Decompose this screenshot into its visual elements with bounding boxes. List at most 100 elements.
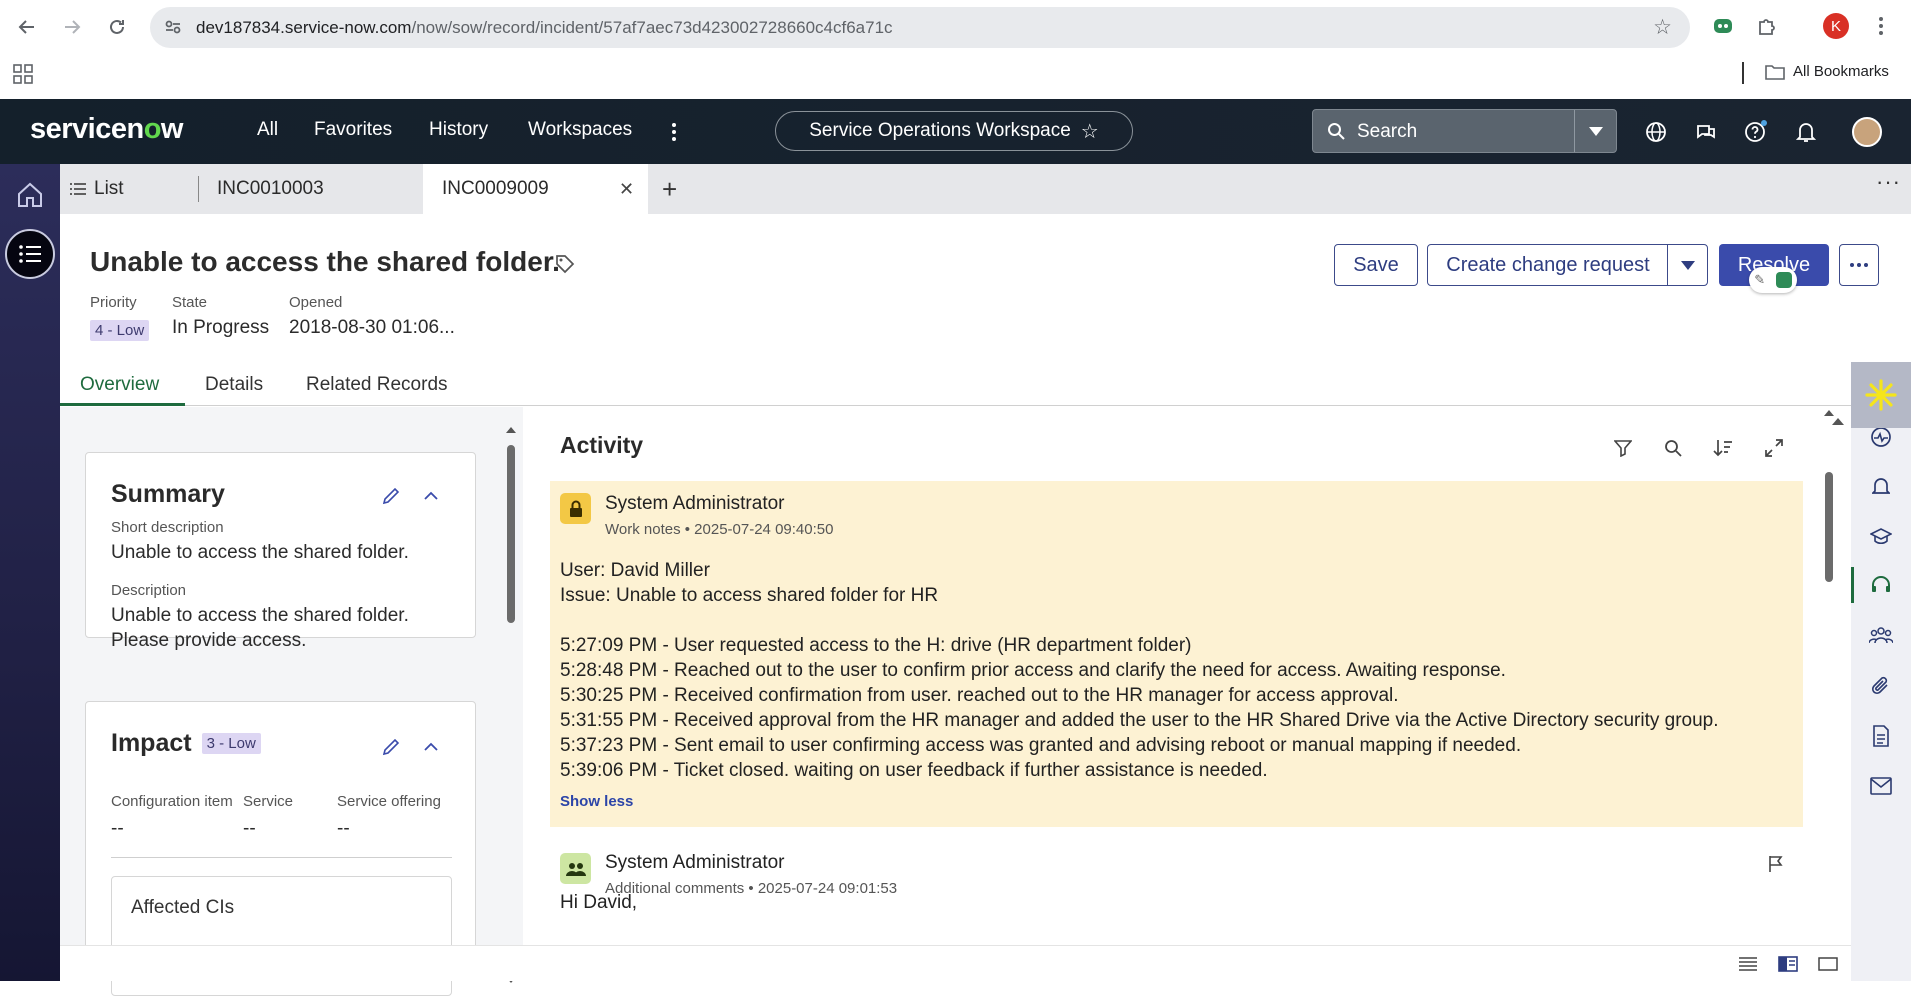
description-label: Description (111, 582, 187, 599)
divider (111, 857, 452, 858)
priority-badge: 4 - Low (90, 319, 150, 341)
create-change-request-button[interactable]: Create change request (1427, 244, 1669, 286)
extension-robot-icon[interactable] (1708, 11, 1738, 41)
nav-history[interactable]: History (429, 119, 488, 141)
user-avatar[interactable] (1852, 117, 1882, 147)
edit-pencil-icon[interactable] (381, 486, 401, 506)
tab-divider (198, 176, 199, 202)
list-view-icon[interactable] (5, 229, 55, 279)
tabs-overflow-icon[interactable]: ··· (1876, 169, 1901, 195)
nav-workspaces[interactable]: Workspaces (528, 119, 632, 141)
layout-toolbar (60, 945, 1851, 981)
chat-icon[interactable] (1693, 119, 1719, 145)
list-icon (70, 183, 86, 195)
entry-author: System Administrator (605, 493, 785, 514)
configuration-item-value: -- (111, 818, 124, 839)
assist-overlay[interactable]: ✎ (1749, 267, 1797, 293)
headset-icon[interactable] (1868, 572, 1894, 598)
home-icon[interactable] (15, 180, 45, 215)
subtab-overview[interactable]: Overview (80, 374, 159, 396)
collapse-chevron-icon[interactable] (421, 737, 441, 757)
servicenow-logo[interactable]: servicenow (30, 113, 183, 146)
subtab-details[interactable]: Details (205, 374, 263, 396)
favorite-star-icon[interactable]: ☆ (1081, 119, 1099, 144)
edit-pencil-icon[interactable] (381, 737, 401, 757)
activity-scrollbar[interactable] (1823, 410, 1835, 970)
sort-icon[interactable] (1711, 436, 1735, 460)
subtab-related-records[interactable]: Related Records (306, 374, 448, 396)
people-icon (560, 853, 591, 884)
back-icon[interactable] (12, 12, 42, 42)
tab-inc0009009[interactable]: INC0009009 ✕ (423, 164, 648, 214)
bookmark-separator (1742, 62, 1744, 84)
graduation-cap-icon[interactable] (1868, 524, 1894, 550)
selected-indicator (1851, 567, 1854, 603)
activity-heading: Activity (560, 432, 644, 458)
tab-list[interactable]: List (70, 164, 124, 214)
site-settings-icon[interactable] (163, 17, 183, 37)
full-layout-icon[interactable] (1817, 954, 1839, 974)
team-icon[interactable] (1868, 622, 1894, 648)
bookmark-star-icon[interactable]: ☆ (1653, 15, 1672, 40)
workspace-name: Service Operations Workspace (809, 120, 1071, 141)
notifications-bell-icon[interactable] (1793, 119, 1819, 145)
extensions-puzzle-icon[interactable] (1752, 11, 1782, 41)
entry-subtitle: Additional comments • 2025-07-24 09:01:5… (605, 880, 898, 897)
now-assist-sparkle-icon[interactable] (1851, 362, 1911, 428)
split-layout-icon[interactable] (1777, 954, 1799, 974)
nav-all[interactable]: All (257, 119, 278, 141)
forward-icon[interactable] (57, 12, 87, 42)
all-bookmarks-label: All Bookmarks (1793, 63, 1889, 80)
service-offering-value: -- (337, 818, 350, 839)
document-icon[interactable] (1868, 723, 1894, 749)
apps-grid-icon[interactable] (13, 64, 33, 84)
chevron-down-icon (1680, 260, 1695, 270)
impact-heading: Impact 3 - Low (111, 729, 261, 758)
save-button[interactable]: Save (1334, 244, 1418, 286)
state-value: In Progress (172, 317, 270, 338)
profile-avatar[interactable]: K (1823, 13, 1849, 39)
all-bookmarks[interactable]: All Bookmarks (1765, 63, 1889, 80)
nav-favorites[interactable]: Favorites (314, 119, 392, 141)
notifications-bell-icon[interactable] (1868, 474, 1894, 500)
summary-heading: Summary (111, 480, 225, 508)
filter-icon[interactable] (1611, 436, 1635, 460)
scroll-up-icon[interactable] (1832, 412, 1844, 430)
opened-value: 2018-08-30 01:06... (289, 317, 455, 338)
browser-menu-icon[interactable] (1866, 11, 1896, 41)
address-bar[interactable]: dev187834.service-now.com/now/sow/record… (150, 7, 1690, 48)
add-tab-icon[interactable]: + (662, 174, 677, 205)
page-title: Unable to access the shared folder. (90, 246, 560, 277)
short-description-label: Short description (111, 519, 224, 536)
help-icon[interactable] (1743, 119, 1769, 145)
more-menu-icon[interactable] (661, 119, 687, 145)
create-change-dropdown[interactable] (1667, 244, 1708, 286)
list-layout-icon[interactable] (1737, 954, 1759, 974)
entry-subtitle: Work notes • 2025-07-24 09:40:50 (605, 521, 834, 538)
impact-badge: 3 - Low (201, 733, 261, 754)
attachment-icon[interactable] (1868, 673, 1894, 699)
globe-icon[interactable] (1643, 119, 1669, 145)
show-less-link[interactable]: Show less (560, 793, 633, 810)
reload-icon[interactable] (102, 12, 132, 42)
record-main: Unable to access the shared folder. Prio… (60, 214, 1851, 996)
tag-icon[interactable] (555, 254, 575, 279)
browser-chrome: dev187834.service-now.com/now/sow/record… (0, 0, 1911, 99)
more-actions-button[interactable] (1839, 244, 1879, 286)
email-icon[interactable] (1868, 773, 1894, 799)
tab-inc0010003-label: INC0010003 (217, 178, 324, 199)
flag-icon[interactable] (1768, 855, 1784, 878)
search-icon[interactable] (1661, 436, 1685, 460)
expand-icon[interactable] (1762, 436, 1786, 460)
workspace-pill[interactable]: Service Operations Workspace ☆ (775, 111, 1133, 151)
close-tab-icon[interactable]: ✕ (619, 179, 634, 200)
summary-card: Summary Short description Unable to acce… (85, 452, 476, 651)
opened-label: Opened (289, 294, 343, 311)
short-description-value: Unable to access the shared folder. (111, 542, 409, 563)
left-panel-scrollbar[interactable] (505, 427, 516, 983)
collapse-chevron-icon[interactable] (421, 486, 441, 506)
search-scope-dropdown[interactable] (1574, 110, 1616, 152)
servicenow-header: servicenow All Favorites History Workspa… (0, 99, 1911, 164)
entry-body: Hi David, (560, 892, 638, 913)
global-search[interactable]: Search (1312, 109, 1617, 153)
